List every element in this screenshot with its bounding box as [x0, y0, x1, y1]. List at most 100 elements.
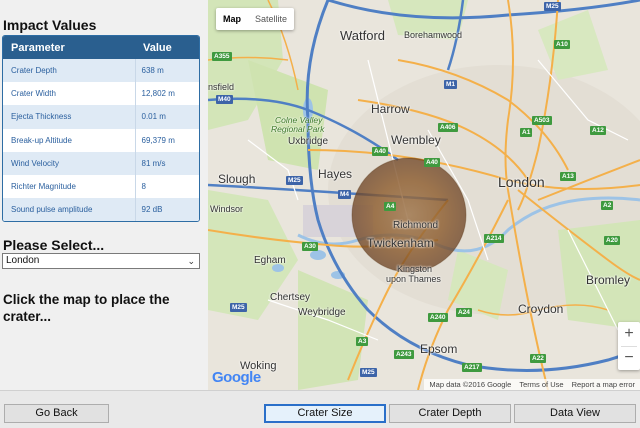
- place-label: Wembley: [391, 133, 441, 147]
- road-shield: A406: [438, 123, 458, 132]
- table-row: Wind Velocity 81 m/s: [3, 151, 199, 175]
- table-row: Sound pulse amplitude 92 dB: [3, 198, 199, 222]
- zoom-in-button[interactable]: +: [618, 322, 640, 346]
- left-panel: Impact Values Parameter Value Crater Dep…: [0, 0, 208, 390]
- road-shield: M25: [230, 303, 247, 312]
- value-header: Value: [135, 36, 199, 59]
- parameter-header: Parameter: [3, 36, 135, 59]
- city-select-value: London: [6, 255, 40, 266]
- report-error-link[interactable]: Report a map error: [572, 380, 635, 389]
- instruction-text: Click the map to place the crater...: [3, 292, 170, 324]
- road-shield: A240: [428, 313, 448, 322]
- road-shield: A10: [554, 40, 570, 49]
- google-logo: Google: [212, 369, 261, 386]
- road-shield: A214: [484, 234, 504, 243]
- chevron-down-icon: ⌄: [187, 256, 195, 266]
- map-background: [208, 0, 640, 390]
- go-back-button[interactable]: Go Back: [4, 404, 109, 423]
- place-label: Richmond: [393, 220, 439, 231]
- map-type-map-button[interactable]: Map: [216, 8, 248, 30]
- road-shield: A40: [424, 158, 440, 167]
- param-cell: Wind Velocity: [3, 151, 135, 175]
- place-label: Epsom: [420, 342, 458, 356]
- city-select[interactable]: London ⌄: [2, 253, 200, 269]
- road-shield: M4: [338, 190, 352, 199]
- table-row: Break-up Altitude 69,379 m: [3, 128, 199, 152]
- road-shield: A24: [456, 308, 472, 317]
- impact-values-table: Parameter Value Crater Depth 638 m Crate…: [2, 35, 200, 223]
- crater-size-button[interactable]: Crater Size: [264, 404, 386, 423]
- crater-circle: [352, 158, 466, 272]
- value-cell: 92 dB: [134, 198, 199, 222]
- param-cell: Richter Magnitude: [3, 174, 135, 199]
- place-label: Borehamwood: [404, 30, 463, 40]
- map-type-satellite-button[interactable]: Satellite: [248, 8, 294, 30]
- place-label: Regional Park: [271, 124, 325, 134]
- road-shield: M25: [286, 176, 303, 185]
- table-row: Crater Depth 638 m: [3, 59, 199, 83]
- value-cell: 8: [134, 174, 199, 199]
- road-shield: A503: [532, 116, 552, 125]
- road-shield: A243: [394, 350, 414, 359]
- place-label: nsfield: [208, 82, 235, 92]
- place-label: Weybridge: [298, 307, 346, 318]
- table-row: Ejecta Thickness 0.01 m: [3, 105, 199, 129]
- terms-link[interactable]: Terms of Use: [519, 380, 563, 389]
- road-shield: A22: [530, 354, 546, 363]
- place-label: Slough: [218, 172, 256, 186]
- road-shield: M25: [360, 368, 377, 377]
- crater-depth-button[interactable]: Crater Depth: [389, 404, 511, 423]
- place-label: London: [498, 174, 545, 190]
- param-cell: Ejecta Thickness: [3, 105, 135, 129]
- place-label: Chertsey: [270, 292, 311, 303]
- value-cell: 81 m/s: [134, 151, 199, 175]
- param-cell: Crater Depth: [3, 59, 135, 83]
- road-shield: A20: [604, 236, 620, 245]
- place-label: Harrow: [371, 102, 410, 116]
- impact-values-title: Impact Values: [3, 17, 97, 33]
- place-label: Twickenham: [367, 236, 434, 250]
- app-window: Impact Values Parameter Value Crater Dep…: [0, 0, 640, 428]
- map-type-control: Map Satellite: [216, 8, 295, 30]
- road-shield: A217: [462, 363, 482, 372]
- place-label: Windsor: [210, 204, 244, 214]
- place-label: upon Thames: [386, 274, 441, 284]
- bottom-toolbar: Go Back Crater Size Crater Depth Data Vi…: [0, 390, 640, 428]
- road-shield: A4: [384, 202, 397, 211]
- place-label: Kingston: [397, 264, 433, 274]
- road-shield: A40: [372, 147, 388, 156]
- table-row: Crater Width 12,802 m: [3, 82, 199, 106]
- road-shield: A30: [302, 242, 318, 251]
- road-shield: A1: [520, 128, 533, 137]
- please-select-title: Please Select...: [3, 237, 105, 253]
- place-label: Bromley: [586, 273, 631, 287]
- place-label: Uxbridge: [288, 136, 329, 147]
- place-label: Egham: [254, 255, 286, 266]
- param-cell: Break-up Altitude: [3, 128, 135, 152]
- map-attribution: Map data ©2016 Google Terms of Use Repor…: [424, 379, 640, 390]
- place-label: Watford: [340, 28, 386, 43]
- road-shield: A12: [590, 126, 606, 135]
- place-label: Croydon: [518, 302, 564, 316]
- map-data-text: Map data ©2016 Google: [429, 380, 512, 389]
- param-cell: Crater Width: [3, 82, 135, 106]
- road-shield: A3: [356, 337, 369, 346]
- zoom-control: + −: [618, 322, 640, 370]
- road-shield: A2: [601, 201, 614, 210]
- value-cell: 12,802 m: [134, 82, 199, 106]
- place-label: Hayes: [318, 167, 353, 181]
- value-cell: 638 m: [134, 59, 199, 83]
- table-row: Richter Magnitude 8: [3, 174, 199, 199]
- road-shield: A355: [212, 52, 232, 61]
- road-shield: M25: [544, 2, 561, 11]
- road-shield: A13: [560, 172, 576, 181]
- road-shield: M1: [444, 80, 458, 89]
- param-cell: Sound pulse amplitude: [3, 198, 135, 222]
- road-shield: M40: [216, 95, 233, 104]
- zoom-out-button[interactable]: −: [618, 346, 640, 370]
- value-cell: 69,379 m: [134, 128, 199, 152]
- data-view-button[interactable]: Data View: [514, 404, 636, 423]
- value-cell: 0.01 m: [134, 105, 199, 129]
- google-logo-text: Google: [212, 369, 261, 386]
- map-canvas[interactable]: Watford Borehamwood Harrow Wembley Colne…: [208, 0, 640, 390]
